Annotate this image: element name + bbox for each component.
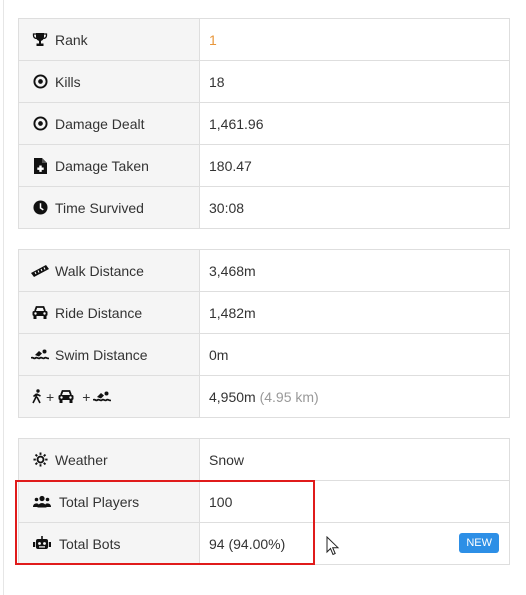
walk-distance-label: Walk Distance [55,262,144,279]
swim-distance-value: 0m [209,346,229,363]
rank-value: 1 [209,31,217,48]
plus-sign: + [46,388,55,405]
table-row: Damage Taken 180.47 [18,144,510,187]
table-row: Kills 18 [18,60,510,103]
mouse-cursor-icon [326,535,340,561]
swimmer-icon [93,389,112,405]
damage-taken-label: Damage Taken [55,157,149,174]
total-distance-value: 4,950m [209,388,256,405]
table-row: + + 4,950m (4.95 km) [18,375,510,418]
rank-label: Rank [55,31,88,48]
damage-taken-value: 180.47 [209,157,252,174]
target-icon [31,74,49,90]
kills-value: 18 [209,73,225,90]
swim-distance-label: Swim Distance [55,346,148,363]
swimmer-icon [31,347,49,363]
table-row: Swim Distance 0m [18,333,510,376]
clock-icon [31,200,49,216]
damage-dealt-value: 1,461.96 [209,115,264,132]
sun-icon [31,452,49,468]
table-row: Rank 1 [18,18,510,61]
time-survived-value: 30:08 [209,199,245,216]
ride-distance-value: 1,482m [209,304,256,321]
walking-icon [31,389,43,405]
weather-label: Weather [55,451,108,468]
time-survived-label: Time Survived [55,199,144,216]
car-icon [57,389,75,405]
page-left-border [3,0,4,595]
weather-value: Snow [209,451,245,468]
target-icon [31,116,49,132]
file-medical-icon [31,157,49,174]
ride-distance-label: Ride Distance [55,304,143,321]
distance-stats-table: Walk Distance 3,468m Ride Distance 1,482… [18,249,510,418]
table-row: Ride Distance 1,482m [18,291,510,334]
ruler-icon [31,263,49,279]
plus-sign: + [82,388,91,405]
match-stats-table: Rank 1 Kills 18 Damage Dealt 1,461.96 Da… [18,18,510,229]
new-badge: NEW [459,533,499,553]
kills-label: Kills [55,73,81,90]
table-row: Walk Distance 3,468m [18,249,510,292]
damage-dealt-label: Damage Dealt [55,115,145,132]
trophy-icon [31,32,49,48]
car-icon [31,305,49,321]
table-row: Damage Dealt 1,461.96 [18,102,510,145]
total-distance-km: (4.95 km) [259,388,319,405]
highlight-box [15,480,315,565]
table-row: Time Survived 30:08 [18,186,510,229]
walk-distance-value: 3,468m [209,262,256,279]
table-row: Weather Snow [18,438,510,481]
